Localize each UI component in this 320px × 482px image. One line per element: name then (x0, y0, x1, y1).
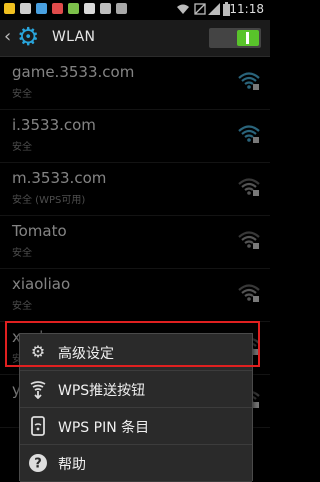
back-arrow-icon[interactable]: ‹ (4, 26, 11, 47)
menu-item-wps-push[interactable]: WPS推送按钮 (20, 371, 252, 408)
no-sim-icon (194, 3, 206, 15)
android-icon (68, 3, 79, 14)
highlight-box (5, 321, 260, 367)
app-icon (52, 3, 63, 14)
menu-item-wps-pin[interactable]: WPS PIN 条目 (20, 408, 252, 445)
help-icon: ? (29, 454, 47, 472)
wps-pin-icon (31, 416, 45, 436)
gallery-icon (36, 3, 47, 14)
image-icon (100, 3, 111, 14)
menu-item-label: 帮助 (58, 457, 86, 473)
menu-item-help[interactable]: ? 帮助 (20, 445, 252, 482)
status-bar: 11:18 (0, 0, 270, 20)
menu-item-label: WPS推送按钮 (58, 383, 146, 399)
wifi-icon (177, 4, 189, 14)
signal-icon (208, 3, 220, 15)
message-icon (20, 3, 31, 14)
settings-gear-icon[interactable]: ⚙ (17, 24, 39, 50)
app-icon (84, 3, 95, 14)
page-title: WLAN (52, 29, 96, 45)
action-bar: ‹ ⚙ WLAN (0, 20, 270, 57)
svg-text:?: ? (34, 457, 42, 472)
toggle-knob (237, 30, 259, 46)
chat-icon (4, 3, 15, 14)
wps-push-icon (30, 381, 46, 399)
wifi-toggle[interactable] (209, 28, 261, 48)
status-time: 11:18 (229, 2, 264, 16)
menu-item-label: WPS PIN 条目 (58, 420, 150, 436)
email-icon (116, 3, 127, 14)
